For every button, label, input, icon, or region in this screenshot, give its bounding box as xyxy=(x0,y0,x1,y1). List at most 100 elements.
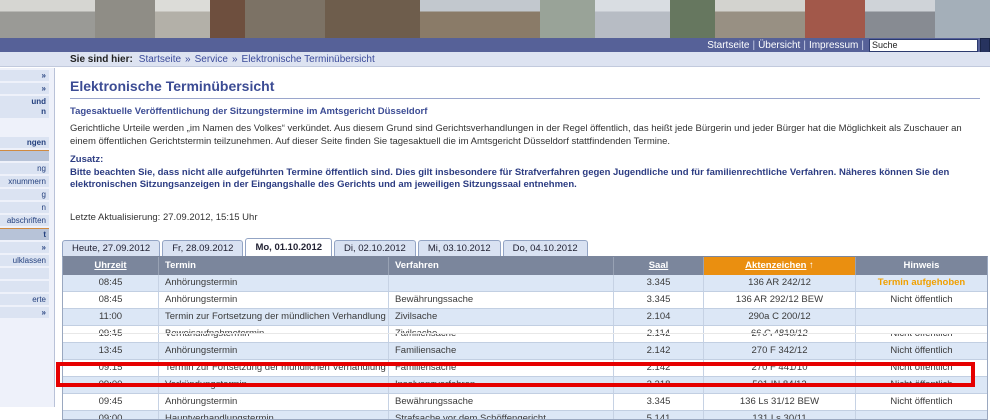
cell-termin: Hauptverhandlungstermin xyxy=(159,411,389,419)
cell-aktenzeichen: 270 F 342/12 xyxy=(704,343,856,359)
cell-uhrzeit: 09:15 xyxy=(63,326,159,334)
banner-photo-segment xyxy=(210,0,245,38)
sidebar-item[interactable]: » xyxy=(0,242,49,253)
tab-mi[interactable]: Mi, 03.10.2012 xyxy=(418,240,501,256)
intro-paragraph: Gerichtliche Urteile werden „im Namen de… xyxy=(70,122,980,148)
cell-hinweis: Nicht öffentlich xyxy=(856,334,987,342)
sort-arrow-icon: ↑ xyxy=(806,260,813,271)
sidebar-item[interactable] xyxy=(0,150,49,161)
column-header-hinweis: Hinweis xyxy=(856,257,987,275)
table-row: 09:00HauptverhandlungsterminStrafsache v… xyxy=(63,411,987,419)
table-row-cells: 08:45Anhörungstermin3.345136 AR 242/12Te… xyxy=(63,275,987,291)
sort-link-aktenzeichen[interactable]: Aktenzeichen xyxy=(745,260,806,271)
tab-di[interactable]: Di, 02.10.2012 xyxy=(334,240,416,256)
sidebar-item[interactable]: » xyxy=(0,70,49,81)
cell-uhrzeit: 13:45 xyxy=(63,334,159,342)
top-link-separator: | xyxy=(752,40,755,51)
sort-link-uhrzeit[interactable]: Uhrzeit xyxy=(94,260,126,271)
sort-link-saal[interactable]: Saal xyxy=(649,260,669,271)
cell-aktenzeichen: 290a C 200/12 xyxy=(704,309,856,325)
cell-saal: 2.218 xyxy=(614,377,704,393)
sidebar-item[interactable]: ngen xyxy=(0,137,49,148)
sidebar-item[interactable]: abschriften xyxy=(0,215,49,226)
breadcrumb-link[interactable]: Service xyxy=(195,54,228,65)
top-nav-bar: Startseite|Übersicht|Impressum| xyxy=(0,38,990,52)
banner-photo-segment xyxy=(865,0,935,38)
cell-termin: Anhörungstermin xyxy=(159,343,389,359)
sidebar-item[interactable]: » xyxy=(0,83,49,94)
cell-saal: 2.114 xyxy=(614,326,704,334)
sidebar-item[interactable]: n xyxy=(0,202,49,213)
table-row: 08:45Anhörungstermin3.345136 AR 242/12Te… xyxy=(63,275,987,292)
column-header-termin: Termin xyxy=(159,257,389,275)
breadcrumb-links: Startseite»Service»Elektronische Terminü… xyxy=(139,54,375,65)
sidebar-item[interactable]: ulklassen xyxy=(0,255,49,266)
cell-uhrzeit: 08:45 xyxy=(63,275,159,291)
cell-termin: Verhandlungstermin xyxy=(159,334,389,342)
cell-hinweis: Nicht öffentlich xyxy=(856,377,987,393)
sidebar-item[interactable] xyxy=(0,281,49,292)
tab-do[interactable]: Do, 04.10.2012 xyxy=(503,240,588,256)
sidebar-item[interactable]: ng xyxy=(0,163,49,174)
photo-banner xyxy=(0,0,990,38)
top-link-impressum[interactable]: Impressum xyxy=(809,40,858,51)
tab-heute[interactable]: Heute, 27.09.2012 xyxy=(62,240,160,256)
cell-aktenzeichen: 131 Ls 30/11 xyxy=(704,411,856,419)
top-link-startseite[interactable]: Startseite xyxy=(707,40,749,51)
cell-saal: 2.142 xyxy=(614,334,704,342)
sidebar-item[interactable]: undn xyxy=(0,96,49,118)
breadcrumb-separator: » xyxy=(232,54,238,65)
cell-saal: 2.142 xyxy=(614,343,704,359)
cell-verfahren: Familiensache xyxy=(389,334,614,342)
cell-hinweis: Nicht öffentlich xyxy=(856,360,987,376)
sidebar-item xyxy=(0,120,49,135)
cell-termin: Anhörungstermin xyxy=(159,275,389,291)
breadcrumb-link[interactable]: Elektronische Terminübersicht xyxy=(242,54,375,65)
search-go-button[interactable] xyxy=(980,38,990,53)
cell-uhrzeit: 11:00 xyxy=(63,309,159,325)
title-underline: Elektronische Terminübersicht xyxy=(70,78,980,99)
cell-aktenzeichen: 270 F 340/12 xyxy=(704,334,856,342)
banner-photo-segment xyxy=(670,0,715,38)
date-tabs: Heute, 27.09.2012Fr, 28.09.2012Mo, 01.10… xyxy=(62,239,988,256)
sidebar-item[interactable]: » xyxy=(0,307,49,318)
main-content: Elektronische Terminübersicht Tagesaktue… xyxy=(62,68,988,420)
sidebar-item-label: und xyxy=(3,97,46,107)
banner-photo-segment xyxy=(95,0,155,38)
table-row-cells: 13:45AnhörungsterminFamiliensache2.14227… xyxy=(63,343,987,359)
breadcrumb-prefix: Sie sind hier: xyxy=(70,54,133,65)
sidebar-item[interactable] xyxy=(0,268,49,279)
search-input[interactable] xyxy=(869,39,978,52)
tab-fr[interactable]: Fr, 28.09.2012 xyxy=(162,240,243,256)
cell-hinweis: Nicht öffentlich xyxy=(856,343,987,359)
page-subtitle: Tagesaktuelle Veröffentlichung der Sitzu… xyxy=(70,106,980,118)
sidebar-item[interactable]: g xyxy=(0,189,49,200)
table-row-cells: 09:00VerkündungsterminInsolvenzverfahren… xyxy=(63,377,987,393)
top-link-übersicht[interactable]: Übersicht xyxy=(758,40,800,51)
table-body: 08:45Anhörungstermin3.345136 AR 242/12Te… xyxy=(63,275,987,419)
cell-saal: 2.104 xyxy=(614,309,704,325)
breadcrumb-link[interactable]: Startseite xyxy=(139,54,181,65)
table-row: 08:45AnhörungsterminBewährungssache3.345… xyxy=(63,292,987,309)
cell-uhrzeit: 09:00 xyxy=(63,411,159,419)
column-header-saal: Saal xyxy=(614,257,704,275)
cell-hinweis: Nicht öffentlich xyxy=(856,292,987,308)
table-row-cells: 09:00HauptverhandlungsterminStrafsache v… xyxy=(63,411,987,419)
banner-photo-segment xyxy=(155,0,210,38)
cell-termin: Termin zur Fortsetzung der mündlichen Ve… xyxy=(159,309,389,325)
table-row-cells: 09:45AnhörungsterminBewährungssache3.345… xyxy=(63,394,987,410)
banner-photo-segment xyxy=(0,0,95,38)
tab-mo[interactable]: Mo, 01.10.2012 xyxy=(245,238,332,256)
top-link-separator: | xyxy=(803,40,806,51)
sidebar-item[interactable]: erte xyxy=(0,294,49,305)
banner-photo-segment xyxy=(595,0,670,38)
last-update-text: Letzte Aktualisierung: 27.09.2012, 15:15… xyxy=(70,212,980,224)
cell-verfahren: Bewährungssache xyxy=(389,394,614,410)
left-rail: » » undn ngen ng xnummern gn abschriften t » ulkla… xyxy=(0,68,55,407)
sidebar-item[interactable]: t xyxy=(0,228,49,240)
cell-aktenzeichen: 136 AR 242/12 xyxy=(704,275,856,291)
sidebar-item[interactable]: xnummern xyxy=(0,176,49,187)
cell-verfahren xyxy=(389,275,614,291)
table-header-row: UhrzeitTerminVerfahrenSaalAktenzeichen ↑… xyxy=(63,257,987,275)
cell-verfahren: Zivilsache xyxy=(389,309,614,325)
